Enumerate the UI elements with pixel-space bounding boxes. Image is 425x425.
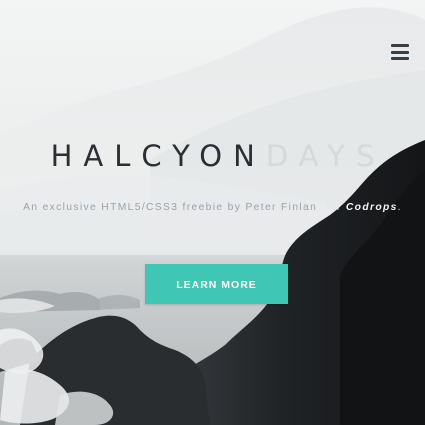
subtitle-end: . xyxy=(397,202,402,213)
subtitle-connector: , for xyxy=(317,202,346,213)
menu-bar-middle xyxy=(391,50,409,54)
learn-more-button[interactable]: LEARN MORE xyxy=(145,264,288,304)
menu-bar-top xyxy=(391,44,409,47)
hamburger-menu-icon[interactable] xyxy=(391,44,409,62)
menu-bar-bottom xyxy=(391,57,409,60)
subtitle-text: An exclusive HTML5/CSS3 freebie by Peter… xyxy=(23,202,318,213)
codrops-link[interactable]: Codrops xyxy=(346,202,398,213)
title-halcyon: HALCYON xyxy=(50,139,266,173)
hero-subtitle: An exclusive HTML5/CSS3 freebie by Peter… xyxy=(0,202,425,213)
page-title: HALCYONDAYS xyxy=(0,137,425,175)
title-days: DAYS xyxy=(265,139,386,173)
hero-section: HALCYONDAYS An exclusive HTML5/CSS3 free… xyxy=(0,0,425,425)
